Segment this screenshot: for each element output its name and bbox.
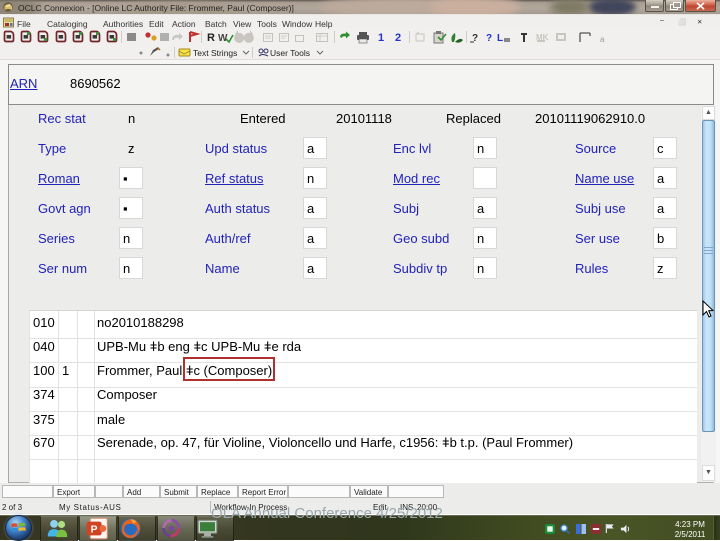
svg-text:2: 2: [395, 32, 401, 44]
svg-text:User Tools: User Tools: [270, 48, 310, 58]
svg-text:W: W: [218, 33, 228, 44]
svg-text:1: 1: [378, 32, 384, 44]
svg-text:a: a: [600, 35, 605, 44]
svg-text:?: ?: [486, 33, 492, 44]
svg-text:Text Strings: Text Strings: [193, 48, 237, 58]
svg-text:R: R: [207, 32, 215, 44]
svg-text:L: L: [497, 33, 503, 44]
svg-text:P: P: [91, 525, 98, 536]
